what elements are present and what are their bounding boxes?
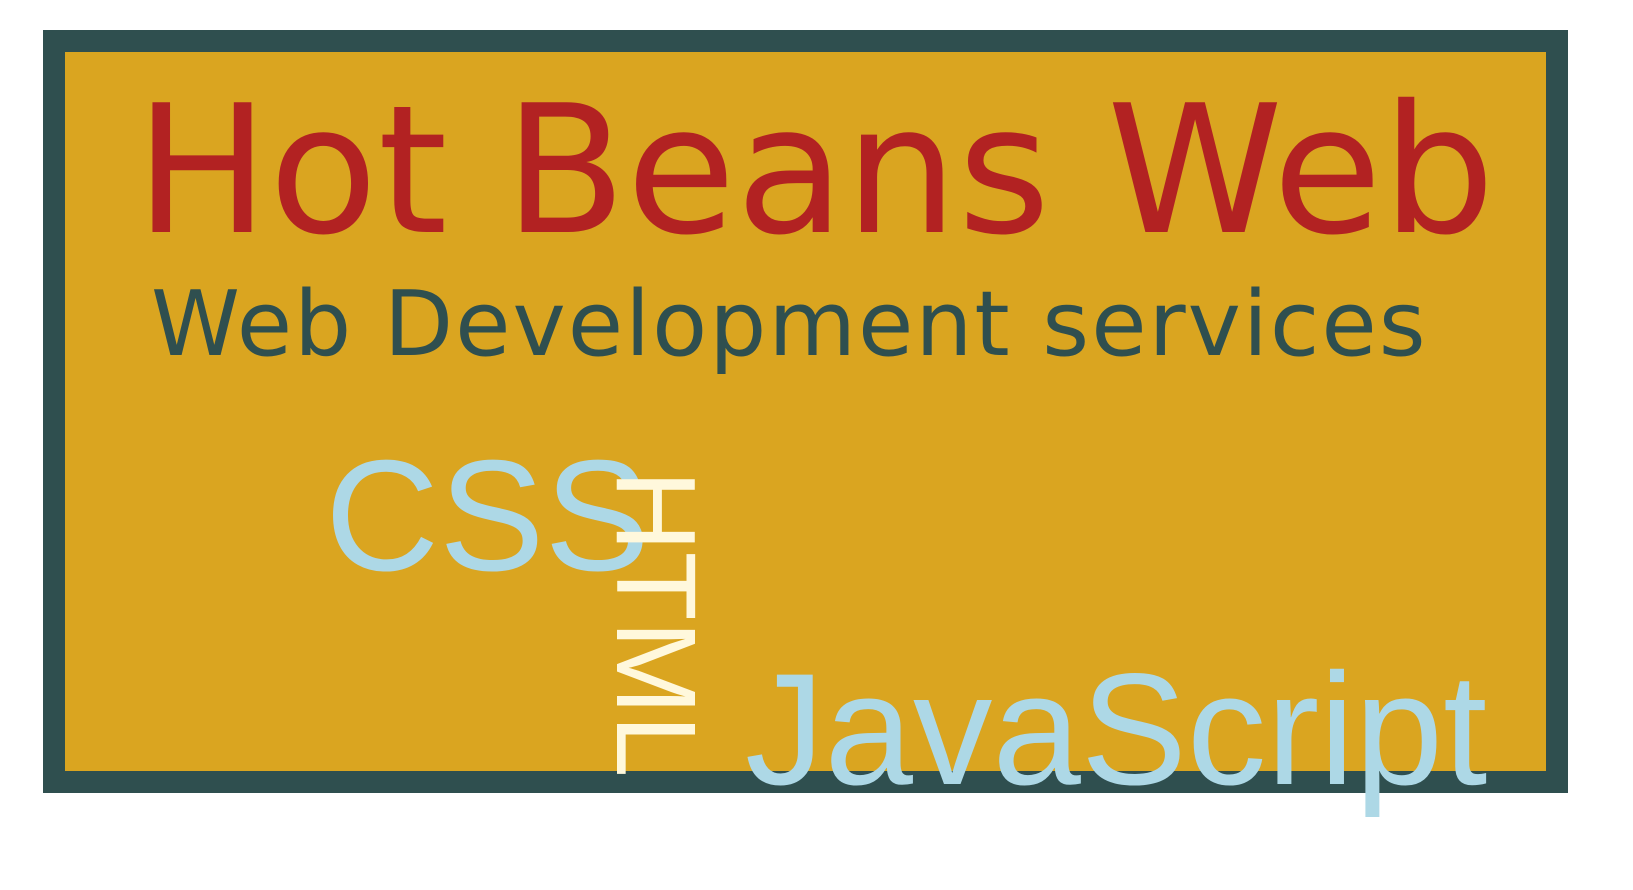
javascript-word: JavaScript	[745, 640, 1488, 818]
logo-banner: Hot Beans Web Web Development services C…	[43, 30, 1568, 809]
banner-subtitle: Web Development services	[151, 272, 1428, 377]
html-word: HTML	[593, 470, 719, 778]
banner-title: Hot Beans Web	[135, 67, 1496, 274]
